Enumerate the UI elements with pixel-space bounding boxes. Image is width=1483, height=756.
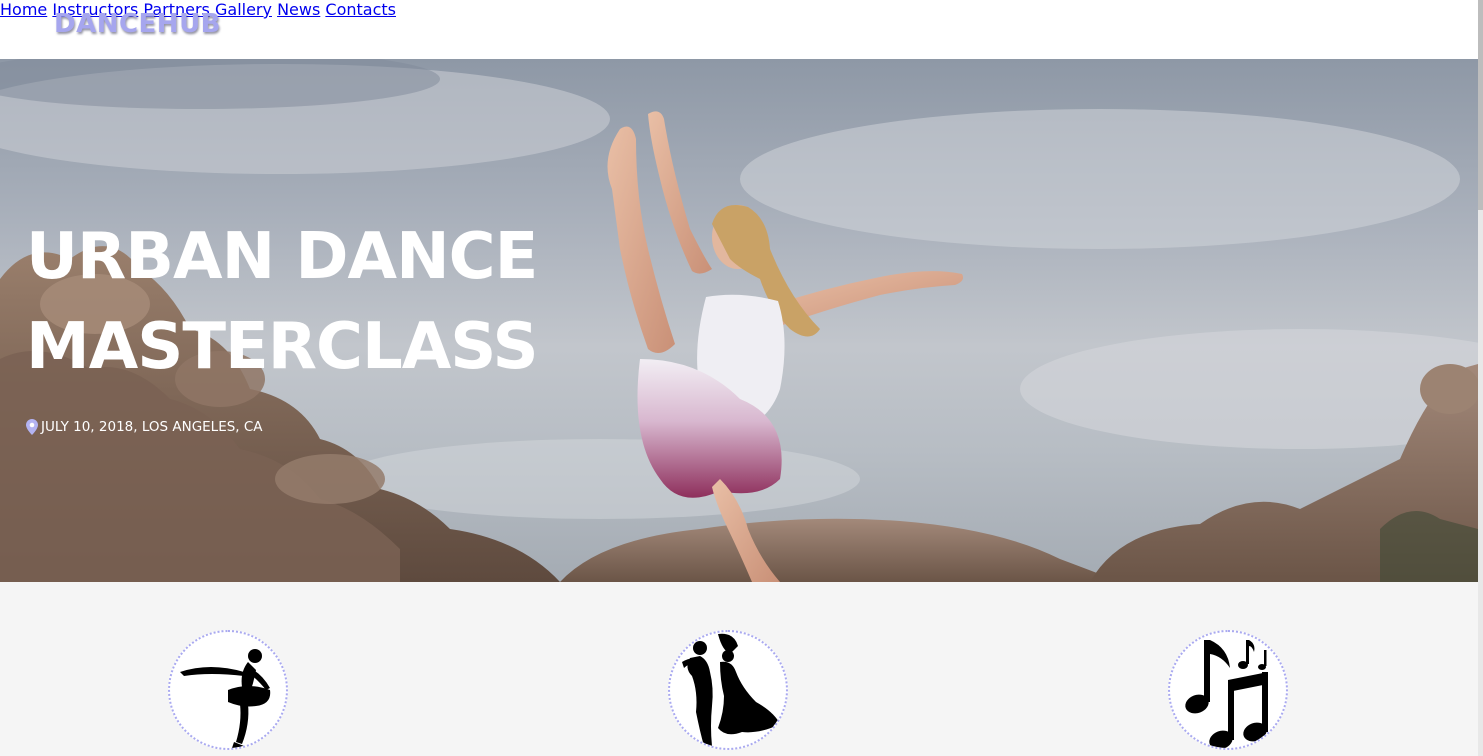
map-pin-icon bbox=[26, 419, 38, 435]
nav-gallery[interactable]: Gallery bbox=[215, 0, 272, 19]
features-section bbox=[0, 582, 1478, 756]
feature-ballerina[interactable] bbox=[168, 630, 288, 750]
hero-banner: URBAN DANCE MASTERCLASS JULY 10, 2018, L… bbox=[0, 59, 1478, 582]
site-logo[interactable]: DANCEHUB bbox=[54, 9, 221, 39]
feature-music[interactable] bbox=[1168, 630, 1288, 750]
ballerina-icon bbox=[180, 649, 271, 748]
main-nav: Home Instructors Partners Gallery News C… bbox=[0, 0, 1478, 19]
scrollbar-thumb[interactable] bbox=[1478, 0, 1483, 210]
nav-contacts[interactable]: Contacts bbox=[325, 0, 396, 19]
site-header: DANCEHUB Home Instructors Partners Galle… bbox=[0, 0, 1478, 59]
page: DANCEHUB Home Instructors Partners Galle… bbox=[0, 0, 1483, 756]
page-scrollbar[interactable] bbox=[1478, 0, 1483, 756]
feature-couple[interactable] bbox=[668, 630, 788, 750]
dancing-couple-icon bbox=[682, 633, 780, 746]
nav-home[interactable]: Home bbox=[0, 0, 47, 19]
nav-news[interactable]: News bbox=[277, 0, 320, 19]
hero-title-line-2: MASTERCLASS bbox=[26, 310, 539, 384]
music-notes-icon bbox=[1185, 640, 1268, 748]
hero-title-line-1: URBAN DANCE bbox=[26, 220, 538, 294]
hero-title: URBAN DANCE MASTERCLASS bbox=[26, 212, 586, 392]
event-date-location: JULY 10, 2018, LOS ANGELES, CA bbox=[41, 419, 263, 435]
event-details: JULY 10, 2018, LOS ANGELES, CA bbox=[26, 419, 263, 435]
